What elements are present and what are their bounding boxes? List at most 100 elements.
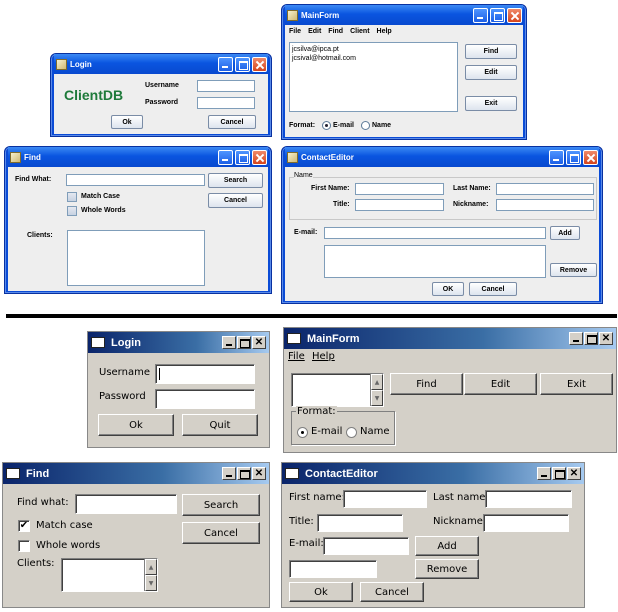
title-field[interactable] [355, 199, 444, 211]
mainform-titlebar[interactable]: MainForm [285, 5, 523, 25]
nickname-field[interactable] [483, 514, 569, 532]
clients-list-scrollbar[interactable]: ▲ ▼ [370, 374, 383, 406]
username-field[interactable] [155, 364, 255, 384]
search-button[interactable]: Search [208, 173, 263, 188]
password-field[interactable] [155, 389, 255, 409]
first-name-field[interactable] [343, 490, 427, 508]
find-button[interactable]: Find [390, 373, 463, 395]
cancel-button[interactable]: Cancel [208, 193, 263, 208]
maximize-icon[interactable] [237, 467, 251, 480]
login-titlebar[interactable]: Login [54, 54, 268, 74]
edit-button[interactable]: Edit [464, 373, 537, 395]
add-button[interactable]: Add [415, 536, 479, 556]
emails-list[interactable] [324, 245, 546, 278]
close-icon[interactable]: ✕ [252, 336, 266, 349]
add-button[interactable]: Add [550, 226, 580, 240]
name-radio[interactable] [361, 121, 370, 130]
clients-list[interactable]: jcsilva@ipca.pt jcsival@hotmail.com [289, 42, 458, 112]
close-icon[interactable]: ✕ [599, 332, 613, 345]
maximize-icon[interactable] [584, 332, 598, 345]
find-button[interactable]: Find [465, 44, 517, 59]
search-button[interactable]: Search [182, 494, 260, 516]
match-case-checkbox[interactable]: ✔ [18, 520, 30, 532]
quit-button[interactable]: Quit [182, 414, 258, 436]
mainform-window-classic: MainForm ✕ File Help ▲ ▼ Find Edit Exit … [283, 327, 617, 453]
exit-button[interactable]: Exit [540, 373, 613, 395]
mainform-window-modern: MainForm File Edit Find Client Help jcsi… [281, 4, 527, 140]
maximize-icon[interactable] [552, 467, 566, 480]
name-radio[interactable] [346, 427, 357, 438]
minimize-icon[interactable] [549, 149, 564, 165]
match-case-checkbox[interactable] [67, 192, 77, 202]
maximize-icon[interactable] [237, 336, 251, 349]
list-item[interactable]: jcsival@hotmail.com [292, 54, 455, 63]
first-name-field[interactable] [355, 183, 444, 195]
maximize-icon[interactable] [490, 7, 505, 23]
ok-button[interactable]: Ok [98, 414, 174, 436]
title-field[interactable] [317, 514, 403, 532]
find-what-field[interactable] [75, 494, 177, 514]
last-name-field[interactable] [496, 183, 594, 195]
email-field[interactable] [323, 537, 409, 555]
cancel-button[interactable]: Cancel [182, 522, 260, 544]
remove-button[interactable]: Remove [415, 559, 479, 579]
contacteditor-titlebar[interactable]: ContactEditor [285, 147, 599, 167]
scroll-up-icon[interactable]: ▲ [145, 559, 157, 575]
clients-list[interactable] [67, 230, 205, 286]
minimize-icon[interactable] [569, 332, 583, 345]
cancel-button[interactable]: Cancel [469, 282, 517, 296]
menu-help[interactable]: Help [377, 28, 392, 35]
scroll-down-icon[interactable]: ▼ [145, 575, 157, 591]
edit-button[interactable]: Edit [465, 65, 517, 80]
list-item[interactable]: jcsilva@ipca.pt [292, 45, 455, 54]
find-titlebar[interactable]: Find ✕ [3, 463, 269, 484]
username-field[interactable] [197, 80, 255, 92]
format-label: Format: [289, 122, 316, 129]
mainform-titlebar[interactable]: MainForm ✕ [284, 328, 616, 349]
scroll-down-icon[interactable]: ▼ [371, 390, 383, 406]
remove-button[interactable]: Remove [550, 263, 597, 277]
contacteditor-titlebar[interactable]: ContactEditor ✕ [282, 463, 584, 484]
menu-file[interactable]: File [289, 28, 301, 35]
cancel-button[interactable]: Cancel [360, 582, 424, 602]
close-icon[interactable] [252, 149, 267, 165]
menu-edit[interactable]: Edit [308, 28, 321, 35]
exit-button[interactable]: Exit [465, 96, 517, 111]
menu-help[interactable]: Help [312, 351, 335, 362]
ok-button[interactable]: Ok [289, 582, 353, 602]
maximize-icon[interactable] [235, 149, 250, 165]
minimize-icon[interactable] [218, 149, 233, 165]
minimize-icon[interactable] [218, 56, 233, 72]
minimize-icon[interactable] [537, 467, 551, 480]
cancel-button[interactable]: Cancel [208, 115, 256, 129]
menu-client[interactable]: Client [350, 28, 369, 35]
email-radio[interactable] [322, 121, 331, 130]
nickname-field[interactable] [496, 199, 594, 211]
minimize-icon[interactable] [222, 336, 236, 349]
ok-button[interactable]: OK [432, 282, 464, 296]
find-titlebar[interactable]: Find [8, 147, 268, 167]
last-name-field[interactable] [485, 490, 572, 508]
password-field[interactable] [197, 97, 255, 109]
login-titlebar[interactable]: Login ✕ [88, 332, 269, 353]
menu-find[interactable]: Find [328, 28, 343, 35]
emails-list[interactable] [289, 560, 377, 578]
close-icon[interactable] [583, 149, 598, 165]
clients-list-scrollbar[interactable]: ▲ ▼ [144, 559, 157, 591]
maximize-icon[interactable] [235, 56, 250, 72]
close-icon[interactable] [507, 7, 522, 23]
close-icon[interactable]: ✕ [252, 467, 266, 480]
email-field[interactable] [324, 227, 546, 239]
scroll-up-icon[interactable]: ▲ [371, 374, 383, 390]
maximize-icon[interactable] [566, 149, 581, 165]
whole-words-checkbox[interactable] [18, 540, 30, 552]
find-what-field[interactable] [66, 174, 205, 186]
close-icon[interactable] [252, 56, 267, 72]
ok-button[interactable]: Ok [111, 115, 143, 129]
whole-words-checkbox[interactable] [67, 206, 77, 216]
email-radio[interactable] [297, 427, 308, 438]
menu-file[interactable]: File [288, 351, 305, 362]
minimize-icon[interactable] [473, 7, 488, 23]
close-icon[interactable]: ✕ [567, 467, 581, 480]
minimize-icon[interactable] [222, 467, 236, 480]
